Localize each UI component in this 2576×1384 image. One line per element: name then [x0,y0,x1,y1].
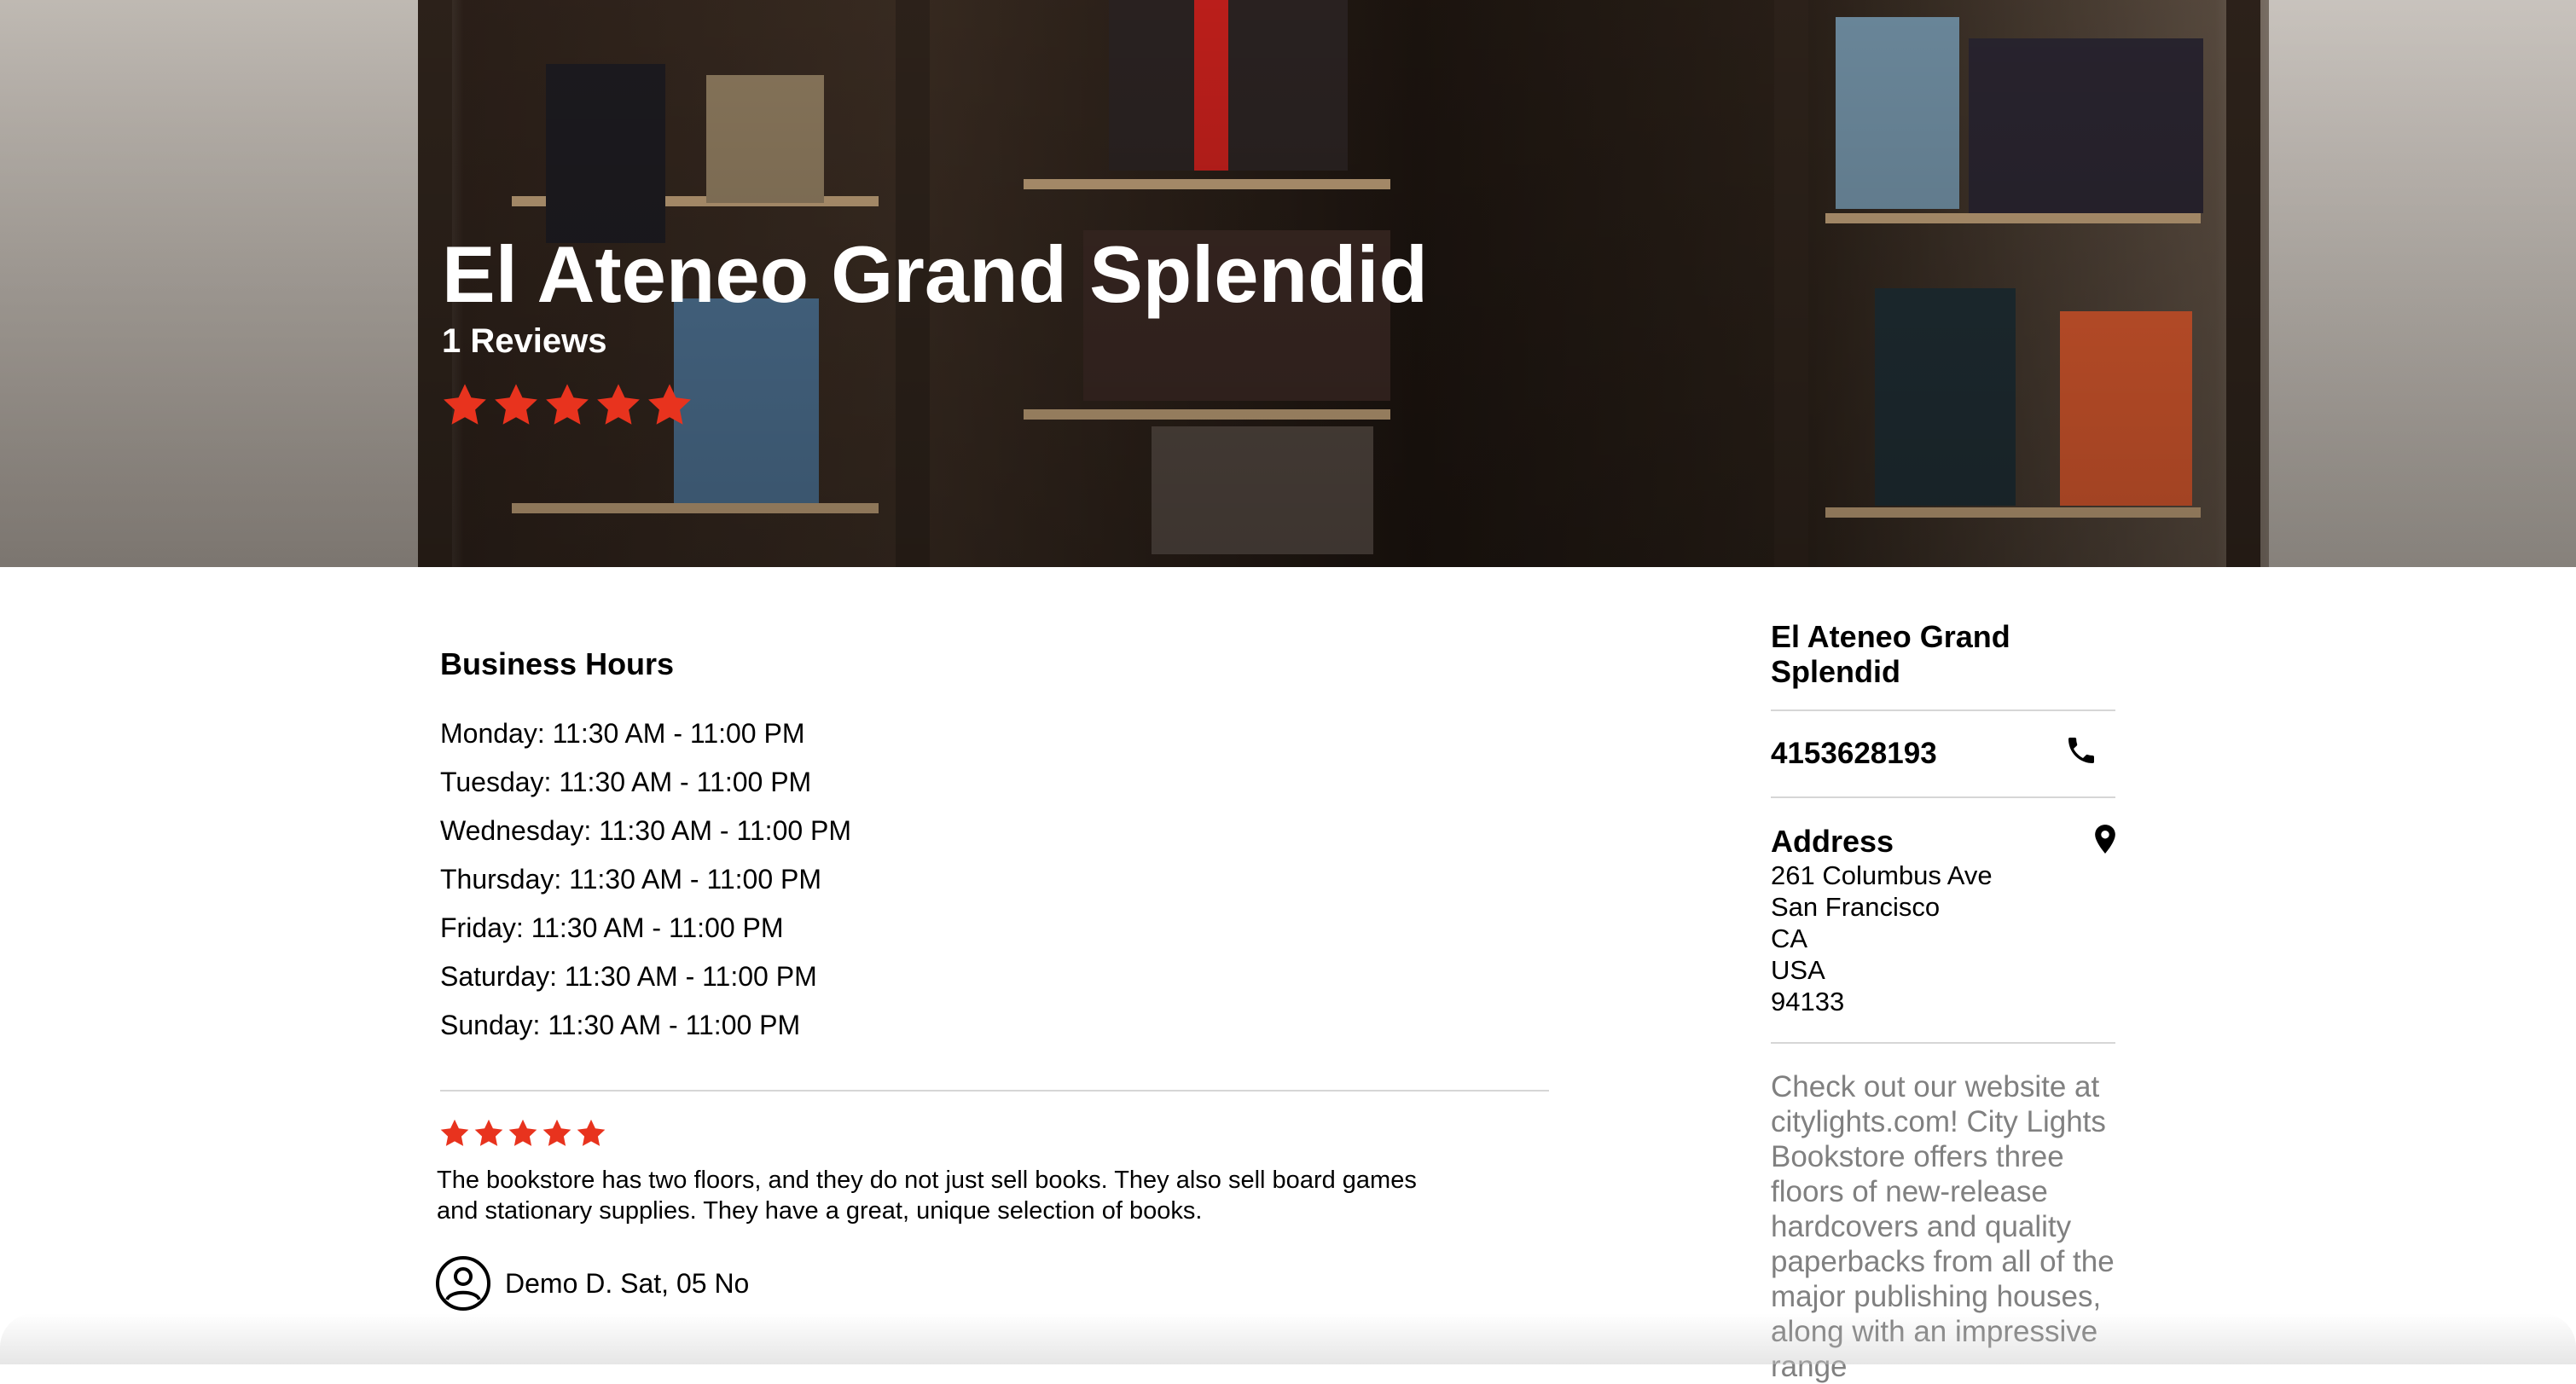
address-lines: 261 Columbus Ave San Francisco CA USA 94… [1771,860,1993,1017]
address-heading: Address [1771,824,1894,859]
hours-item: Monday: 11:30 AM - 11:00 PM [440,718,805,749]
review-text: The bookstore has two floors, and they d… [437,1167,1417,1225]
star-icon [440,1119,469,1146]
address-line: San Francisco [1771,892,1941,922]
rating-stars [440,380,694,430]
star-icon [542,1119,571,1146]
review-author-name: Demo D. Sat, 05 No [505,1267,750,1299]
hours-item: Tuesday: 11:30 AM - 11:00 PM [440,767,812,797]
divider [1771,796,2115,798]
address-line: CA [1771,924,1808,953]
hours-item: Friday: 11:30 AM - 11:00 PM [440,912,784,943]
review-author: Demo D. Sat, 05 No [435,1255,749,1312]
review-rating-stars [438,1117,607,1149]
hours-item: Sunday: 11:30 AM - 11:00 PM [440,1010,801,1040]
divider [1771,1042,2115,1044]
star-icon [597,384,640,425]
business-hours-heading: Business Hours [440,646,675,681]
hero-banner: El Ateneo Grand Splendid 1 Reviews [0,0,2576,567]
divider [440,1090,1549,1092]
star-icon [444,384,486,425]
page-title: El Ateneo Grand Splendid [442,229,1428,319]
hours-item: Saturday: 11:30 AM - 11:00 PM [440,961,817,992]
map-pin-icon[interactable] [2093,824,2117,854]
sidebar-business-name: El Ateneo Grand Splendid [1771,619,2010,689]
star-icon [577,1119,606,1146]
star-icon [648,384,691,425]
star-icon [495,384,537,425]
phone-icon[interactable] [2064,733,2098,767]
user-circle-icon [436,1256,490,1311]
bottom-shadow [0,1313,2576,1364]
address-line: 94133 [1771,987,1845,1016]
address-line: USA [1771,955,1825,985]
star-icon [546,384,589,425]
business-hours-list: Monday: 11:30 AM - 11:00 PM Tuesday: 11:… [440,715,851,1055]
phone-number[interactable]: 4153628193 [1771,737,1937,771]
divider [1771,709,2115,711]
star-icon [474,1119,503,1146]
address-line: 261 Columbus Ave [1771,860,1993,890]
hours-item: Wednesday: 11:30 AM - 11:00 PM [440,815,852,846]
hours-item: Thursday: 11:30 AM - 11:00 PM [440,864,822,895]
review-count: 1 Reviews [442,322,607,360]
star-icon [508,1119,537,1146]
